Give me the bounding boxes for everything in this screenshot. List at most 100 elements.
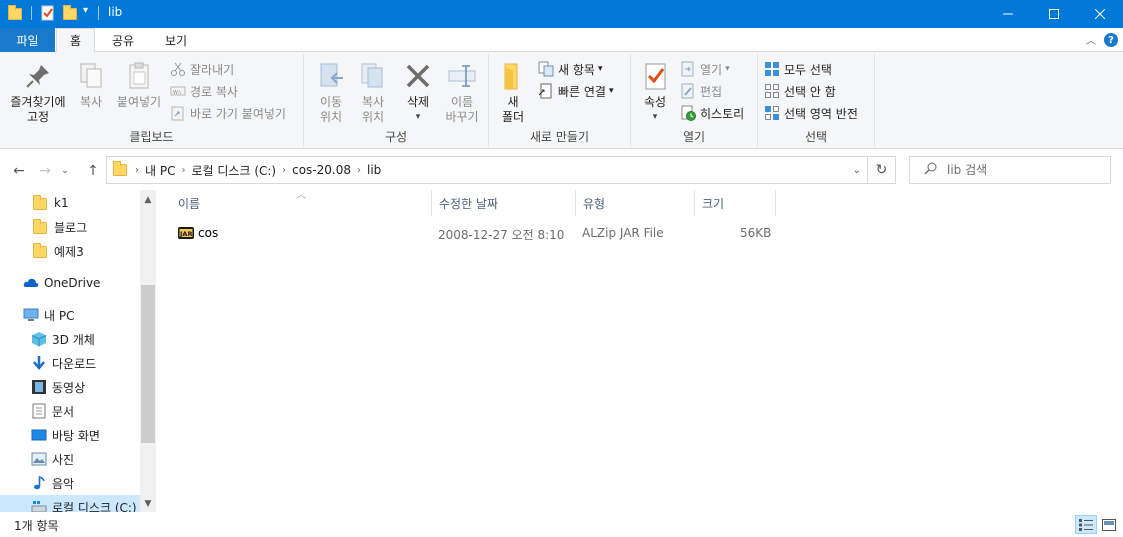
address-dropdown-icon[interactable]: ⌄ bbox=[853, 165, 861, 176]
copy-path-button[interactable]: W:\ 경로 복사 bbox=[170, 81, 238, 101]
column-header-name[interactable]: 이름 bbox=[171, 190, 432, 216]
move-to-button[interactable]: 이동 위치 bbox=[310, 60, 352, 125]
rename-button[interactable]: 이름 바꾸기 bbox=[440, 60, 484, 125]
scroll-down-icon[interactable]: ▼ bbox=[140, 496, 156, 512]
drive-icon bbox=[31, 499, 47, 512]
large-icons-view-icon[interactable] bbox=[1098, 515, 1120, 534]
forward-arrow-icon[interactable]: → bbox=[36, 162, 54, 180]
nav-item-onedrive[interactable]: OneDrive bbox=[0, 271, 140, 295]
history-button[interactable]: 히스토리 bbox=[680, 103, 744, 123]
properties-dropdown-icon[interactable]: ▾ bbox=[653, 110, 658, 125]
address-bar[interactable]: › 내 PC › 로컬 디스크 (C:) › cos-20.08 › lib ⌄ bbox=[106, 156, 868, 184]
pc-icon bbox=[23, 307, 39, 323]
pin-to-quick-access-button[interactable]: 즐겨찾기에 고정 bbox=[4, 60, 72, 125]
breadcrumb-this-pc[interactable]: 내 PC bbox=[139, 162, 181, 179]
properties-button[interactable]: 속성 ▾ bbox=[635, 60, 675, 125]
breadcrumb-local-disk[interactable]: 로컬 디스크 (C:) bbox=[185, 162, 282, 179]
nav-item-blog[interactable]: 블로그 bbox=[0, 215, 140, 239]
nav-item-k1[interactable]: k1 bbox=[0, 191, 140, 215]
address-row: ← → ⌄ ↑ › 내 PC › 로컬 디스크 (C:) › cos-20.08… bbox=[0, 150, 1123, 190]
search-input[interactable] bbox=[947, 163, 1097, 177]
nav-item-local-disk[interactable]: 로컬 디스크 (C:) bbox=[0, 495, 140, 512]
help-icon[interactable]: ? bbox=[1104, 33, 1118, 47]
easy-access-button[interactable]: 빠른 연결 ▾ bbox=[538, 81, 614, 101]
search-box[interactable] bbox=[909, 156, 1111, 184]
scroll-thumb[interactable] bbox=[141, 285, 155, 443]
tab-view[interactable]: 보기 bbox=[153, 28, 199, 52]
nav-item-this-pc[interactable]: 내 PC bbox=[0, 303, 140, 327]
nav-item-example3[interactable]: 예제3 bbox=[0, 239, 140, 263]
back-arrow-icon[interactable]: ← bbox=[10, 162, 28, 180]
desktop-icon bbox=[31, 427, 47, 443]
cut-label: 잘라내기 bbox=[190, 62, 235, 77]
file-row[interactable]: JAR cos 2008-12-27 오전 8:10 ALZip JAR Fil… bbox=[176, 222, 776, 244]
copy-button[interactable]: 복사 bbox=[72, 60, 110, 110]
delete-label: 삭제 bbox=[406, 95, 430, 109]
copy-to-button[interactable]: 복사 위치 bbox=[352, 60, 394, 125]
new-item-icon bbox=[538, 61, 554, 77]
open-button[interactable]: 열기 ▾ bbox=[680, 59, 730, 79]
nav-scrollbar[interactable]: ▲ ▼ bbox=[140, 190, 156, 512]
maximize-button[interactable] bbox=[1031, 0, 1077, 28]
select-none-button[interactable]: 선택 안 함 bbox=[764, 81, 836, 101]
new-folder-icon bbox=[497, 60, 529, 92]
move-to-icon bbox=[315, 60, 347, 92]
breadcrumb-cos[interactable]: cos-20.08 bbox=[286, 163, 357, 177]
nav-item-downloads[interactable]: 다운로드 bbox=[0, 351, 140, 375]
qat-separator bbox=[31, 6, 32, 20]
customize-qat-icon[interactable]: ▾ bbox=[83, 5, 99, 21]
nav-item-desktop[interactable]: 바탕 화면 bbox=[0, 423, 140, 447]
group-organize: 이동 위치 복사 위치 삭제 ▾ 이름 바꾸기 구성 bbox=[304, 54, 489, 147]
properties-qat-icon[interactable] bbox=[40, 5, 56, 21]
nav-item-pictures[interactable]: 사진 bbox=[0, 447, 140, 471]
group-select: 모두 선택 선택 안 함 선택 영역 반전 선택 bbox=[758, 54, 875, 147]
up-arrow-icon[interactable]: ↑ bbox=[84, 162, 102, 180]
edit-button[interactable]: 편집 bbox=[680, 81, 722, 101]
group-label-open: 열기 bbox=[682, 130, 706, 144]
jar-icon: JAR bbox=[178, 225, 194, 241]
column-header-type[interactable]: 유형 bbox=[576, 190, 695, 216]
minimize-button[interactable] bbox=[985, 0, 1031, 28]
open-label: 열기 bbox=[700, 62, 723, 77]
recent-locations-chevron-icon[interactable]: ⌄ bbox=[56, 162, 74, 180]
select-all-button[interactable]: 모두 선택 bbox=[764, 59, 832, 79]
svg-text:JAR: JAR bbox=[179, 230, 192, 238]
select-all-icon bbox=[764, 61, 780, 77]
nav-item-music[interactable]: 음악 bbox=[0, 471, 140, 495]
tab-home[interactable]: 홈 bbox=[56, 28, 95, 53]
nav-item-label: 내 PC bbox=[44, 308, 75, 323]
nav-item-label: 문서 bbox=[52, 404, 75, 419]
scroll-up-icon[interactable]: ▲ bbox=[140, 192, 156, 208]
tab-share[interactable]: 공유 bbox=[100, 28, 146, 52]
chevron-up-icon[interactable]: ︿ bbox=[1084, 32, 1098, 47]
nav-item-label: 사진 bbox=[52, 452, 75, 467]
pin-label: 즐겨찾기에 고정 bbox=[10, 95, 66, 124]
new-folder-qat-icon[interactable] bbox=[63, 5, 79, 21]
nav-item-label: 3D 개체 bbox=[52, 332, 95, 347]
delete-dropdown-icon[interactable]: ▾ bbox=[416, 110, 421, 125]
tab-file[interactable]: 파일 bbox=[0, 28, 55, 52]
refresh-icon[interactable]: ↻ bbox=[868, 156, 896, 184]
paste-shortcut-button[interactable]: 바로 가기 붙여넣기 bbox=[170, 103, 286, 123]
select-none-label: 선택 안 함 bbox=[784, 84, 836, 99]
column-header-modified[interactable]: 수정한 날짜 bbox=[432, 190, 576, 216]
nav-item-3d-objects[interactable]: 3D 개체 bbox=[0, 327, 140, 351]
column-header-size[interactable]: 크기 bbox=[695, 190, 776, 216]
group-label-select: 선택 bbox=[804, 130, 828, 144]
group-new: 새 폴더 새 항목 ▾ 빠른 연결 ▾ 새로 만들기 bbox=[489, 54, 631, 147]
nav-item-label: 예제3 bbox=[54, 244, 84, 259]
invert-selection-button[interactable]: 선택 영역 반전 bbox=[764, 103, 858, 123]
delete-button[interactable]: 삭제 ▾ bbox=[400, 60, 436, 125]
nav-item-documents[interactable]: 문서 bbox=[0, 399, 140, 423]
paste-button[interactable]: 붙여넣기 bbox=[112, 60, 166, 110]
breadcrumb-lib[interactable]: lib bbox=[361, 163, 387, 177]
new-folder-button[interactable]: 새 폴더 bbox=[495, 60, 531, 125]
cut-button[interactable]: 잘라내기 bbox=[170, 59, 234, 79]
nav-item-label: 바탕 화면 bbox=[52, 428, 100, 443]
open-icon bbox=[680, 61, 696, 77]
details-view-icon[interactable] bbox=[1075, 515, 1097, 534]
copy-path-icon: W:\ bbox=[170, 83, 186, 99]
new-item-button[interactable]: 새 항목 ▾ bbox=[538, 59, 602, 79]
close-button[interactable] bbox=[1077, 0, 1123, 28]
nav-item-videos[interactable]: 동영상 bbox=[0, 375, 140, 399]
